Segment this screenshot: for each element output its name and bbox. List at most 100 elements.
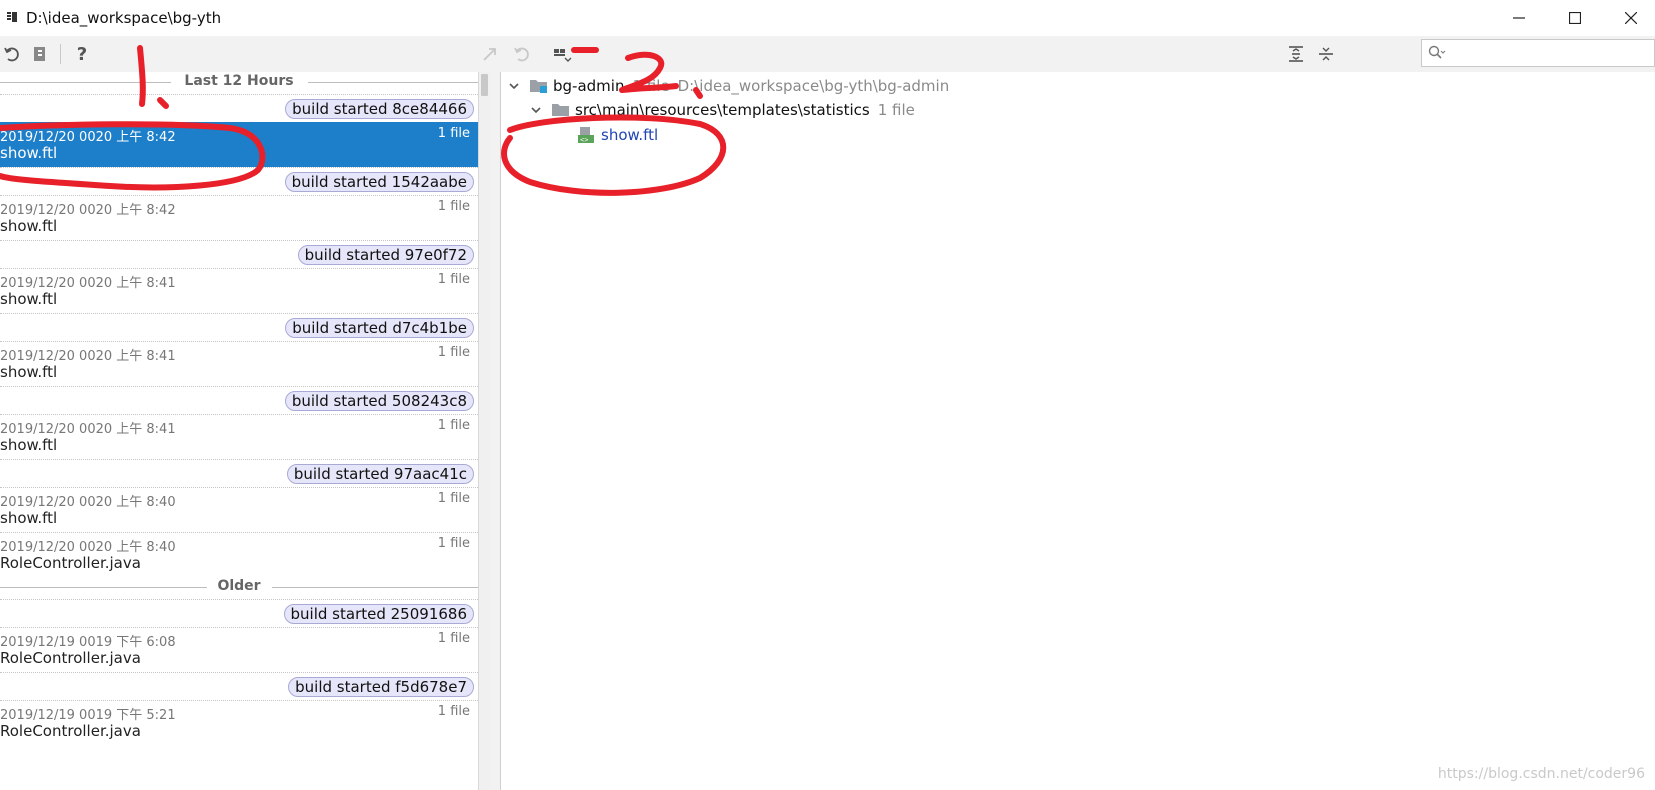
revision-row[interactable]: 2019/12/19 0019 下午 6:08 1 file RoleControl… <box>0 627 478 672</box>
toolbar-separator <box>60 44 61 64</box>
revert-selected-button[interactable] <box>510 42 534 66</box>
tree-row-file[interactable]: <> show.ftl <box>577 123 658 147</box>
collapse-all-icon <box>1319 47 1333 61</box>
build-label-badge: build started 8ce84466 <box>285 99 474 119</box>
row-divider <box>0 459 478 460</box>
revision-file-count: 1 file <box>437 345 470 360</box>
row-divider <box>0 341 478 342</box>
diff-arrow-icon <box>483 48 496 61</box>
revert-icon <box>4 47 19 62</box>
revision-date: 2019/12/20 0020 上午 8:41 <box>0 276 176 291</box>
search-input[interactable] <box>1450 43 1650 65</box>
help-button[interactable]: ? <box>70 42 94 66</box>
changes-toolbar <box>478 36 1655 72</box>
revision-date: 2019/12/19 0019 下午 6:08 <box>0 635 176 650</box>
build-entry: build started 508243c8 <box>0 386 478 414</box>
chevron-down-icon[interactable] <box>507 79 521 93</box>
revision-file-count: 1 file <box>437 536 470 551</box>
row-divider <box>0 167 478 168</box>
build-label-badge: build started 508243c8 <box>284 391 474 411</box>
panel-splitter[interactable] <box>490 72 501 790</box>
search-field[interactable] <box>1421 39 1655 67</box>
revision-file-name: RoleController.java <box>0 554 141 572</box>
section-header: Older <box>0 577 478 597</box>
revision-date: 2019/12/20 0020 上午 8:40 <box>0 540 176 555</box>
close-button[interactable] <box>1603 0 1655 36</box>
expand-all-button[interactable] <box>1284 42 1308 66</box>
build-label-badge: build started d7c4b1be <box>285 318 474 338</box>
changes-tree: bg-admin 1 file D:\idea_workspace\bg-yth… <box>501 72 1655 790</box>
row-divider <box>0 94 478 95</box>
revision-date: 2019/12/20 0020 上午 8:41 <box>0 349 176 364</box>
minimize-button[interactable] <box>1491 0 1547 36</box>
revision-file-name: RoleController.java <box>0 722 141 740</box>
revision-date: 2019/12/20 0020 上午 8:42 <box>0 130 176 145</box>
revision-file-name: show.ftl <box>0 144 58 162</box>
app-icon <box>7 12 17 22</box>
build-entry: build started f5d678e7 <box>0 672 478 700</box>
changed-file-name[interactable]: show.ftl <box>601 126 658 144</box>
tree-row-module[interactable]: bg-admin 1 file D:\idea_workspace\bg-yth… <box>507 74 949 98</box>
module-path: D:\idea_workspace\bg-yth\bg-admin <box>677 77 950 95</box>
build-entry: build started 97e0f72 <box>0 240 478 268</box>
module-name: bg-admin <box>553 77 625 95</box>
row-divider <box>0 414 478 415</box>
row-divider <box>0 268 478 269</box>
maximize-icon <box>1569 12 1581 24</box>
revision-row[interactable]: 2019/12/20 0020 上午 8:42 1 file show.ftl <box>0 195 478 240</box>
local-history-list: Last 12 Hours build started 8ce84466 2019/… <box>0 72 478 790</box>
revision-date: 2019/12/20 0020 上午 8:42 <box>0 203 176 218</box>
row-divider <box>0 532 478 533</box>
revision-file-count: 1 file <box>437 418 470 433</box>
expand-all-icon <box>1289 46 1303 62</box>
window-title: D:\idea_workspace\bg-yth <box>26 9 222 27</box>
section-label: Older <box>217 578 261 594</box>
revision-row[interactable]: 2019/12/20 0020 上午 8:40 1 file show.ftl <box>0 487 478 532</box>
module-folder-icon <box>529 77 549 95</box>
revision-file-name: RoleController.java <box>0 649 141 667</box>
row-divider <box>0 195 478 196</box>
show-diff-button[interactable] <box>478 42 502 66</box>
scrollbar-thumb[interactable] <box>481 74 488 96</box>
tree-row-directory[interactable]: src\main\resources\templates\statistics … <box>529 98 915 122</box>
chevron-down-icon[interactable] <box>529 103 543 117</box>
revision-row[interactable]: 2019/12/20 0020 上午 8:40 1 file RoleControl… <box>0 532 478 577</box>
revision-file-name: show.ftl <box>0 436 58 454</box>
maximize-button[interactable] <box>1547 0 1603 36</box>
row-divider <box>0 240 478 241</box>
section-header: Last 12 Hours <box>0 72 478 92</box>
svg-text:<>: <> <box>580 136 588 144</box>
directory-file-count: 1 file <box>877 101 915 119</box>
build-label-badge: build started 97e0f72 <box>297 245 474 265</box>
revision-date: 2019/12/19 0019 下午 5:21 <box>0 708 176 723</box>
revision-date: 2019/12/20 0020 上午 8:40 <box>0 495 176 510</box>
revision-row[interactable]: 2019/12/20 0020 上午 8:41 1 file show.ftl <box>0 268 478 313</box>
revert-button[interactable] <box>0 42 24 66</box>
minimize-icon <box>1513 17 1525 19</box>
revision-row[interactable]: 2019/12/20 0020 上午 8:42 1 file show.ftl <box>0 122 478 167</box>
revision-row[interactable]: 2019/12/20 0020 上午 8:41 1 file show.ftl <box>0 341 478 386</box>
collapse-all-button[interactable] <box>1314 42 1338 66</box>
revision-file-count: 1 file <box>437 704 470 719</box>
build-label-badge: build started 97aac41c <box>286 464 474 484</box>
build-entry: build started 25091686 <box>0 599 478 627</box>
history-scrollbar[interactable] <box>478 72 490 790</box>
watermark: https://blog.csdn.net/coder96 <box>1437 766 1645 782</box>
group-by-button[interactable] <box>550 42 574 66</box>
build-entry: build started 8ce84466 <box>0 94 478 122</box>
revision-file-count: 1 file <box>437 272 470 287</box>
revision-file-name: show.ftl <box>0 509 58 527</box>
folder-icon <box>551 101 571 119</box>
ftl-file-icon: <> <box>577 126 597 144</box>
history-toolbar: ? <box>0 36 478 72</box>
patch-icon <box>34 47 45 61</box>
revision-row[interactable]: 2019/12/19 0019 下午 5:21 1 file RoleControl… <box>0 700 478 745</box>
revision-row[interactable]: 2019/12/20 0020 上午 8:41 1 file show.ftl <box>0 414 478 459</box>
create-patch-button[interactable] <box>28 42 52 66</box>
row-divider <box>0 700 478 701</box>
revision-file-count: 1 file <box>437 491 470 506</box>
section-label: Last 12 Hours <box>184 73 294 89</box>
revision-file-count: 1 file <box>437 631 470 646</box>
revision-file-name: show.ftl <box>0 290 58 308</box>
row-divider <box>0 627 478 628</box>
